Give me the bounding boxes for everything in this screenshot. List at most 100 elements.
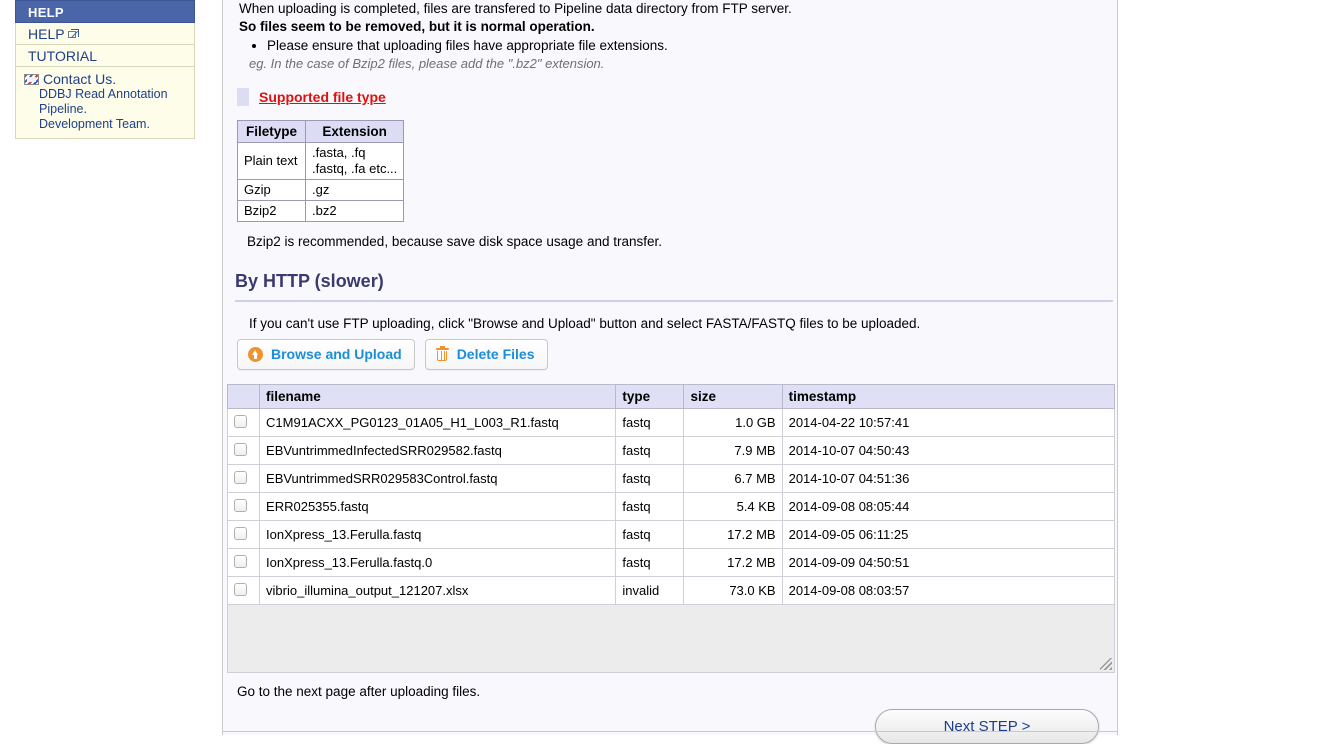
delete-files-label: Delete Files [457, 346, 535, 362]
table-row: vibrio_illumina_output_121207.xlsx inval… [228, 577, 1115, 605]
next-step-button[interactable]: Next STEP > [875, 709, 1099, 744]
main-content-panel: When uploading is completed, files are t… [222, 0, 1118, 735]
row-checkbox[interactable] [234, 471, 247, 484]
file-timestamp-cell: 2014-09-09 04:50:51 [782, 549, 1114, 577]
filetype-cell: Plain text [238, 143, 306, 180]
file-name-cell: EBVuntrimmedInfectedSRR029582.fastq [260, 437, 616, 465]
next-step-row: Next STEP > [223, 709, 1099, 744]
table-row: EBVuntrimmedSRR029583Control.fastq fastq… [228, 465, 1115, 493]
timestamp-col-header: timestamp [782, 385, 1114, 409]
by-http-description: If you can't use FTP uploading, click "B… [249, 316, 1117, 331]
file-type-cell: fastq [616, 549, 684, 577]
filetype-table-row: Gzip .gz [238, 180, 404, 201]
file-timestamp-cell: 2014-09-08 08:03:57 [782, 577, 1114, 605]
file-name-cell: IonXpress_13.Ferulla.fastq.0 [260, 549, 616, 577]
note-transfer-line: When uploading is completed, files are t… [239, 0, 1117, 18]
file-timestamp-cell: 2014-10-07 04:51:36 [782, 465, 1114, 493]
upload-arrow-icon [248, 347, 263, 362]
filetype-table-header-row: Filetype Extension [238, 121, 404, 143]
row-checkbox[interactable] [234, 415, 247, 428]
row-checkbox-cell [228, 549, 260, 577]
select-all-col-header [228, 385, 260, 409]
table-row: C1M91ACXX_PG0123_01A05_H1_L003_R1.fastq … [228, 409, 1115, 437]
supported-file-type-heading-row: Supported file type [237, 88, 1117, 106]
extension-cell: .gz [306, 180, 404, 201]
delete-files-button[interactable]: Delete Files [425, 339, 548, 370]
external-link-icon [68, 29, 79, 40]
file-size-cell: 17.2 MB [684, 521, 782, 549]
browse-and-upload-button[interactable]: Browse and Upload [237, 339, 415, 370]
file-timestamp-cell: 2014-09-08 08:05:44 [782, 493, 1114, 521]
filetype-cell: Gzip [238, 180, 306, 201]
file-timestamp-cell: 2014-04-22 10:57:41 [782, 409, 1114, 437]
type-col-header: type [616, 385, 684, 409]
filetype-table-row: Plain text .fasta, .fq .fastq, .fa etc..… [238, 143, 404, 180]
file-timestamp-cell: 2014-09-05 06:11:25 [782, 521, 1114, 549]
file-size-cell: 6.7 MB [684, 465, 782, 493]
row-checkbox[interactable] [234, 583, 247, 596]
row-checkbox-cell [228, 577, 260, 605]
table-row: IonXpress_13.Ferulla.fastq fastq 17.2 MB… [228, 521, 1115, 549]
row-checkbox-cell [228, 493, 260, 521]
row-checkbox[interactable] [234, 443, 247, 456]
browse-and-upload-label: Browse and Upload [271, 346, 402, 362]
file-timestamp-cell: 2014-10-07 04:50:43 [782, 437, 1114, 465]
file-name-cell: ERR025355.fastq [260, 493, 616, 521]
note-extension-bullet: Please ensure that uploading files have … [267, 37, 1117, 55]
uploaded-files-list: filename type size timestamp C1M91ACXX_P… [227, 384, 1115, 673]
contact-team-line-3: Development Team. [24, 117, 194, 132]
file-type-cell: invalid [616, 577, 684, 605]
note-normal-operation-line: So files seem to be removed, but it is n… [239, 18, 1117, 36]
help-sidebar: HELP HELP TUTORIAL Contact Us. DDBJ Read… [15, 0, 195, 139]
sidebar-item-tutorial[interactable]: TUTORIAL [15, 45, 195, 67]
note-example-line: eg. In the case of Bzip2 files, please a… [239, 55, 1117, 72]
bzip2-recommendation-note: Bzip2 is recommended, because save disk … [247, 234, 1117, 249]
upload-action-buttons: Browse and Upload Delete Files [237, 339, 1117, 370]
trash-icon [436, 347, 449, 362]
row-checkbox[interactable] [234, 499, 247, 512]
note-bullet-list: Please ensure that uploading files have … [239, 37, 1117, 55]
panel-bottom-divider [222, 731, 1118, 732]
mail-icon [24, 74, 39, 85]
file-type-cell: fastq [616, 437, 684, 465]
sidebar-header: HELP [15, 0, 195, 23]
sidebar-item-help[interactable]: HELP [15, 23, 195, 45]
file-type-cell: fastq [616, 493, 684, 521]
contact-team-line-2: Pipeline. [24, 102, 194, 117]
table-row: ERR025355.fastq fastq 5.4 KB 2014-09-08 … [228, 493, 1115, 521]
file-size-cell: 7.9 MB [684, 437, 782, 465]
extension-col-header: Extension [306, 121, 404, 143]
sidebar-contact-block: Contact Us. DDBJ Read Annotation Pipelin… [15, 67, 195, 139]
filetype-cell: Bzip2 [238, 201, 306, 222]
file-name-cell: EBVuntrimmedSRR029583Control.fastq [260, 465, 616, 493]
resize-handle-icon[interactable] [1100, 658, 1112, 670]
filetype-col-header: Filetype [238, 121, 306, 143]
contact-us-label: Contact Us. [43, 72, 116, 87]
row-checkbox-cell [228, 521, 260, 549]
next-page-note: Go to the next page after uploading file… [237, 684, 1117, 699]
file-size-cell: 5.4 KB [684, 493, 782, 521]
file-type-cell: fastq [616, 409, 684, 437]
contact-us-link[interactable]: Contact Us. [24, 72, 194, 87]
sidebar-item-label-help: HELP [28, 26, 65, 42]
row-checkbox-cell [228, 437, 260, 465]
file-name-cell: IonXpress_13.Ferulla.fastq [260, 521, 616, 549]
supported-file-type-link[interactable]: Supported file type [259, 89, 386, 105]
file-type-cell: fastq [616, 521, 684, 549]
file-size-cell: 73.0 KB [684, 577, 782, 605]
upload-notes: When uploading is completed, files are t… [223, 0, 1117, 72]
file-table: filename type size timestamp C1M91ACXX_P… [227, 384, 1115, 605]
supported-filetype-table: Filetype Extension Plain text .fasta, .f… [237, 120, 404, 222]
row-checkbox[interactable] [234, 555, 247, 568]
row-checkbox-cell [228, 409, 260, 437]
file-name-cell: vibrio_illumina_output_121207.xlsx [260, 577, 616, 605]
row-checkbox[interactable] [234, 527, 247, 540]
file-size-cell: 1.0 GB [684, 409, 782, 437]
filetype-table-row: Bzip2 .bz2 [238, 201, 404, 222]
sidebar-item-label-tutorial: TUTORIAL [28, 48, 97, 64]
table-row: IonXpress_13.Ferulla.fastq.0 fastq 17.2 … [228, 549, 1115, 577]
extension-line-1: .fasta, .fq [312, 145, 397, 161]
filename-col-header: filename [260, 385, 616, 409]
by-http-section-title: By HTTP (slower) [235, 271, 1113, 302]
table-row: EBVuntrimmedInfectedSRR029582.fastq fast… [228, 437, 1115, 465]
